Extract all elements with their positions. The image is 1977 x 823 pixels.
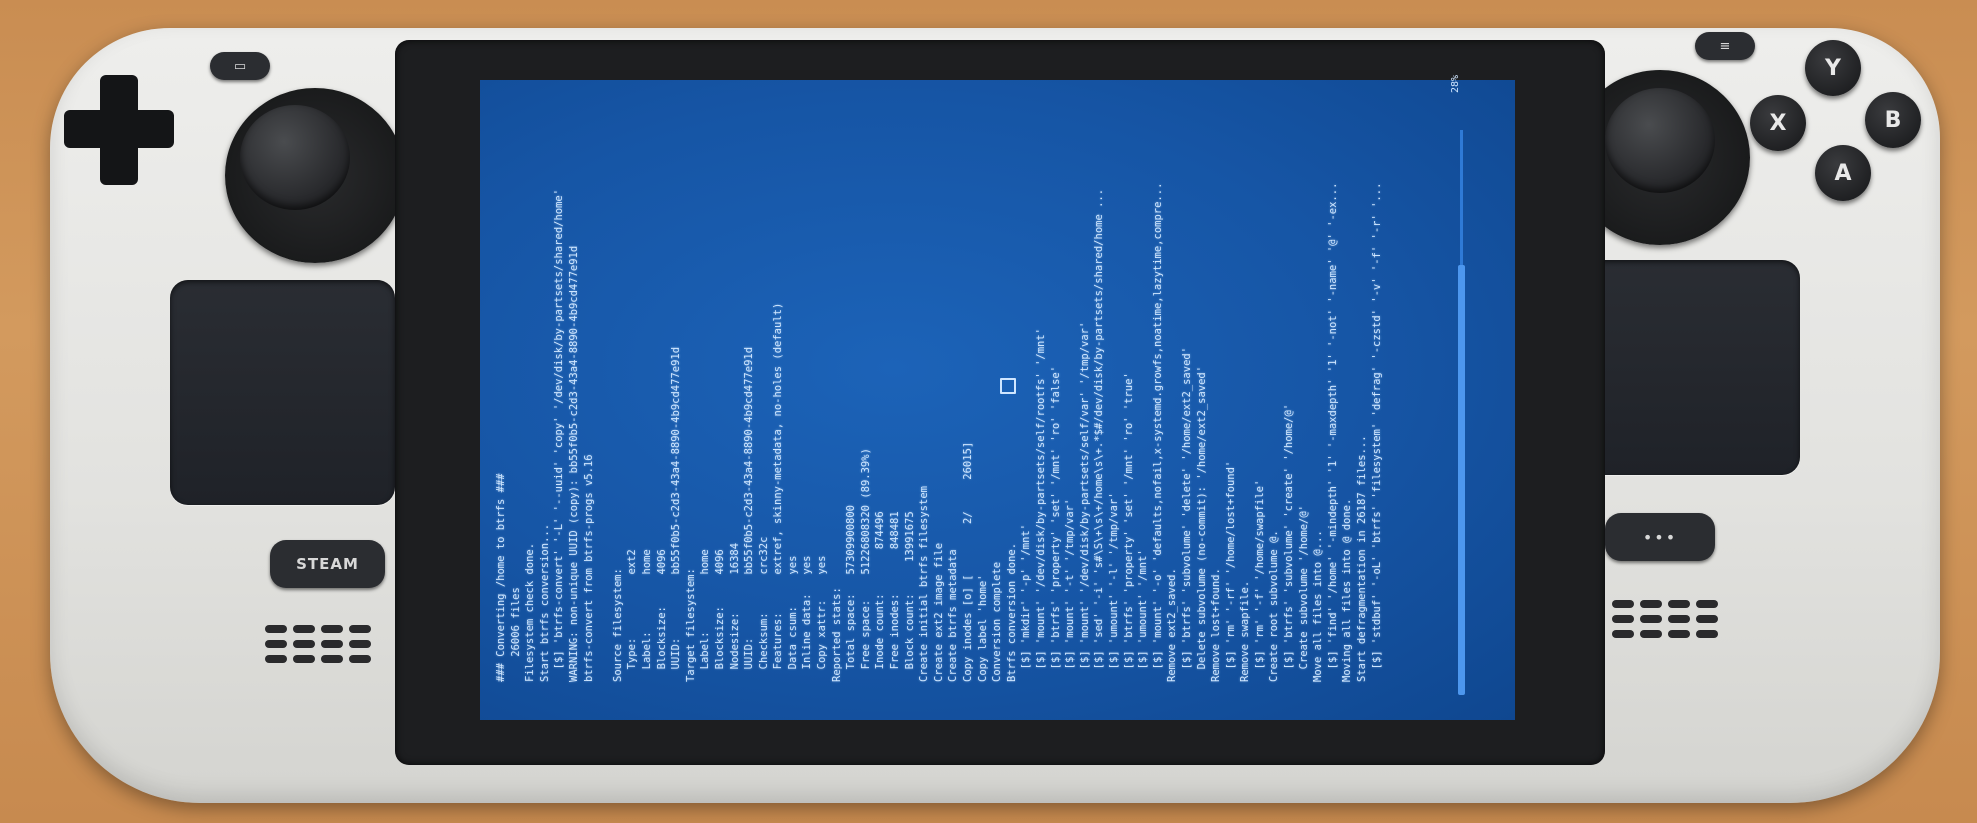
- terminal-line: Create ext2 image file: [932, 542, 945, 682]
- terminal-line: Delete subvolume (no-commit): '/home/ext…: [1195, 365, 1208, 682]
- left-thumbstick[interactable]: [240, 105, 350, 210]
- menu-button[interactable]: ≡: [1695, 32, 1755, 60]
- terminal-line: Remove ext2_saved.: [1166, 568, 1179, 682]
- terminal-line: Inode count: 874496: [874, 511, 887, 682]
- terminal-line: [$] 'btrfs' 'subvolume' 'create' '/home/…: [1283, 403, 1296, 682]
- steam-button[interactable]: STEAM: [270, 540, 385, 588]
- terminal-line: Free inodes: 848481: [889, 511, 902, 682]
- terminal-line: 26006 files: [509, 587, 522, 682]
- dpad-horizontal[interactable]: [64, 110, 174, 148]
- terminal-line: [$] 'rm' '-rf' '/home/lost+found': [1224, 460, 1237, 682]
- terminal-line: Data csum: yes: [786, 555, 799, 682]
- terminal-line: Total space: 57309900800: [845, 504, 858, 682]
- b-button[interactable]: B: [1865, 92, 1921, 148]
- terminal-cursor: [1000, 378, 1016, 394]
- terminal-line: UUID: bb55f0b5-c2d3-43a4-8890-4b9cd477e9…: [743, 346, 756, 682]
- right-thumbstick[interactable]: [1605, 88, 1715, 193]
- terminal-line: Free space: 51226808320 (89.39%): [859, 448, 872, 682]
- terminal-line: Copy xattr: yes: [816, 555, 829, 682]
- terminal-line: btrfs-convert from btrfs-progs v5.16: [582, 454, 595, 682]
- quick-access-icon: •••: [1642, 527, 1678, 547]
- terminal-line: [$] 'btrfs' 'property' 'set' '/mnt' 'ro'…: [1049, 365, 1062, 682]
- steam-button-label: STEAM: [296, 555, 359, 573]
- terminal-line: Create root subvolume @.: [1268, 530, 1281, 682]
- terminal-line: [$] 'mount' '/dev/disk/by-partsets/self/…: [1078, 321, 1091, 682]
- terminal-line: Start defragmentation in 26187 files...: [1356, 435, 1369, 682]
- view-icon: ▭: [233, 58, 247, 74]
- a-button[interactable]: A: [1815, 145, 1871, 201]
- y-button-label: Y: [1825, 55, 1841, 81]
- terminal-line: Checksum: crc32c: [757, 536, 770, 682]
- quick-access-button[interactable]: •••: [1605, 513, 1715, 561]
- terminal-line: [$] 'mount' '-t' '/tmp/var': [1064, 498, 1077, 682]
- terminal-line: [$] 'btrfs-convert' '-L' '--uuid' 'copy'…: [553, 188, 566, 682]
- left-speaker-grill: [265, 625, 371, 663]
- terminal-line: [$] 'sed' '-i' 's#\S\+\s\+/home\s\+.*$#/…: [1093, 188, 1106, 682]
- terminal-line: [$] 'find' '/home' '-mindepth' '1' '-max…: [1326, 182, 1339, 682]
- menu-icon: ≡: [1719, 38, 1731, 54]
- terminal-line: [$] 'mount' '/dev/disk/by-partsets/self/…: [1034, 327, 1047, 682]
- terminal-line: Features: extref, skinny-metadata, no-ho…: [772, 302, 785, 682]
- terminal-line: Type: ext2: [626, 549, 639, 682]
- terminal-line: Copy inodes [o] [ 2/ 26015]: [962, 441, 974, 682]
- terminal-line: Block count: 13991675: [903, 511, 916, 682]
- terminal-screen[interactable]: ### Converting /home to btrfs ### 26006 …: [480, 80, 1515, 720]
- terminal-line: UUID: bb55f0b5-c2d3-43a4-8890-4b9cd477e9…: [670, 346, 683, 682]
- terminal-line: Reported stats:: [830, 587, 843, 682]
- terminal-line: WARNING: non-unique UUID (copy): bb55f0b…: [567, 245, 580, 682]
- terminal-line: Label: home: [699, 549, 712, 682]
- terminal-line: [$] 'btrfs' 'subvolume' 'delete' '/home/…: [1180, 346, 1193, 682]
- y-button[interactable]: Y: [1805, 40, 1861, 96]
- terminal-line: [$] 'mount' '-o' 'defaults,nofail,x-syst…: [1151, 182, 1164, 682]
- terminal-line: [$] 'mkdir' '-p' '/mnt': [1020, 523, 1033, 682]
- terminal-line: Copy label 'home': [976, 574, 989, 682]
- terminal-line: Target filesystem:: [684, 568, 697, 682]
- terminal-line: Moving all files into @ done.: [1341, 498, 1354, 682]
- terminal-line: [$] 'stdbuf' '-oL' 'btrfs' 'filesystem' …: [1370, 182, 1383, 682]
- view-button[interactable]: ▭: [210, 52, 270, 80]
- terminal-scroll-thumb[interactable]: [1458, 265, 1465, 695]
- b-button-label: B: [1884, 107, 1902, 133]
- terminal-line: Inline data: yes: [801, 555, 814, 682]
- x-button-label: X: [1769, 110, 1787, 136]
- terminal-line: Create initial btrfs filesystem: [918, 486, 931, 682]
- terminal-line: [$] 'umount' '-l' '/tmp/var': [1107, 492, 1120, 682]
- x-button[interactable]: X: [1750, 95, 1806, 151]
- terminal-line: Blocksize: 4096: [655, 549, 668, 682]
- right-trackpad[interactable]: [1585, 260, 1800, 475]
- right-speaker-grill: [1612, 600, 1718, 638]
- terminal-line: Remove lost+found.: [1210, 568, 1223, 682]
- scroll-percent: 28%: [1450, 74, 1461, 93]
- terminal-line: ### Converting /home to btrfs ###: [495, 473, 507, 682]
- terminal-line: Move all files into @...: [1312, 530, 1325, 682]
- terminal-line: Label: home: [640, 549, 653, 682]
- left-trackpad[interactable]: [170, 280, 395, 505]
- a-button-label: A: [1834, 160, 1852, 186]
- terminal-line: [$] 'umount' '/mnt': [1137, 549, 1150, 682]
- terminal-line: Source filesystem:: [611, 568, 624, 682]
- terminal-line: Start btrfs conversion...: [538, 523, 551, 682]
- terminal-output: ### Converting /home to btrfs ### 26006 …: [480, 80, 1515, 720]
- terminal-line: Blocksize: 4096: [713, 549, 726, 682]
- terminal-line: Create subvolume '/home/@': [1297, 504, 1310, 682]
- terminal-line: [$] 'btrfs' 'property' 'set' '/mnt' 'ro'…: [1122, 372, 1135, 682]
- terminal-line: Nodesize: 16384: [728, 542, 741, 682]
- terminal-line: Filesystem check done.: [524, 542, 537, 682]
- terminal-line: Create btrfs metadata: [947, 549, 960, 682]
- terminal-line: Remove swapfile.: [1239, 580, 1252, 682]
- terminal-line: [$] 'rm' '-f' '/home/swapfile': [1253, 479, 1266, 682]
